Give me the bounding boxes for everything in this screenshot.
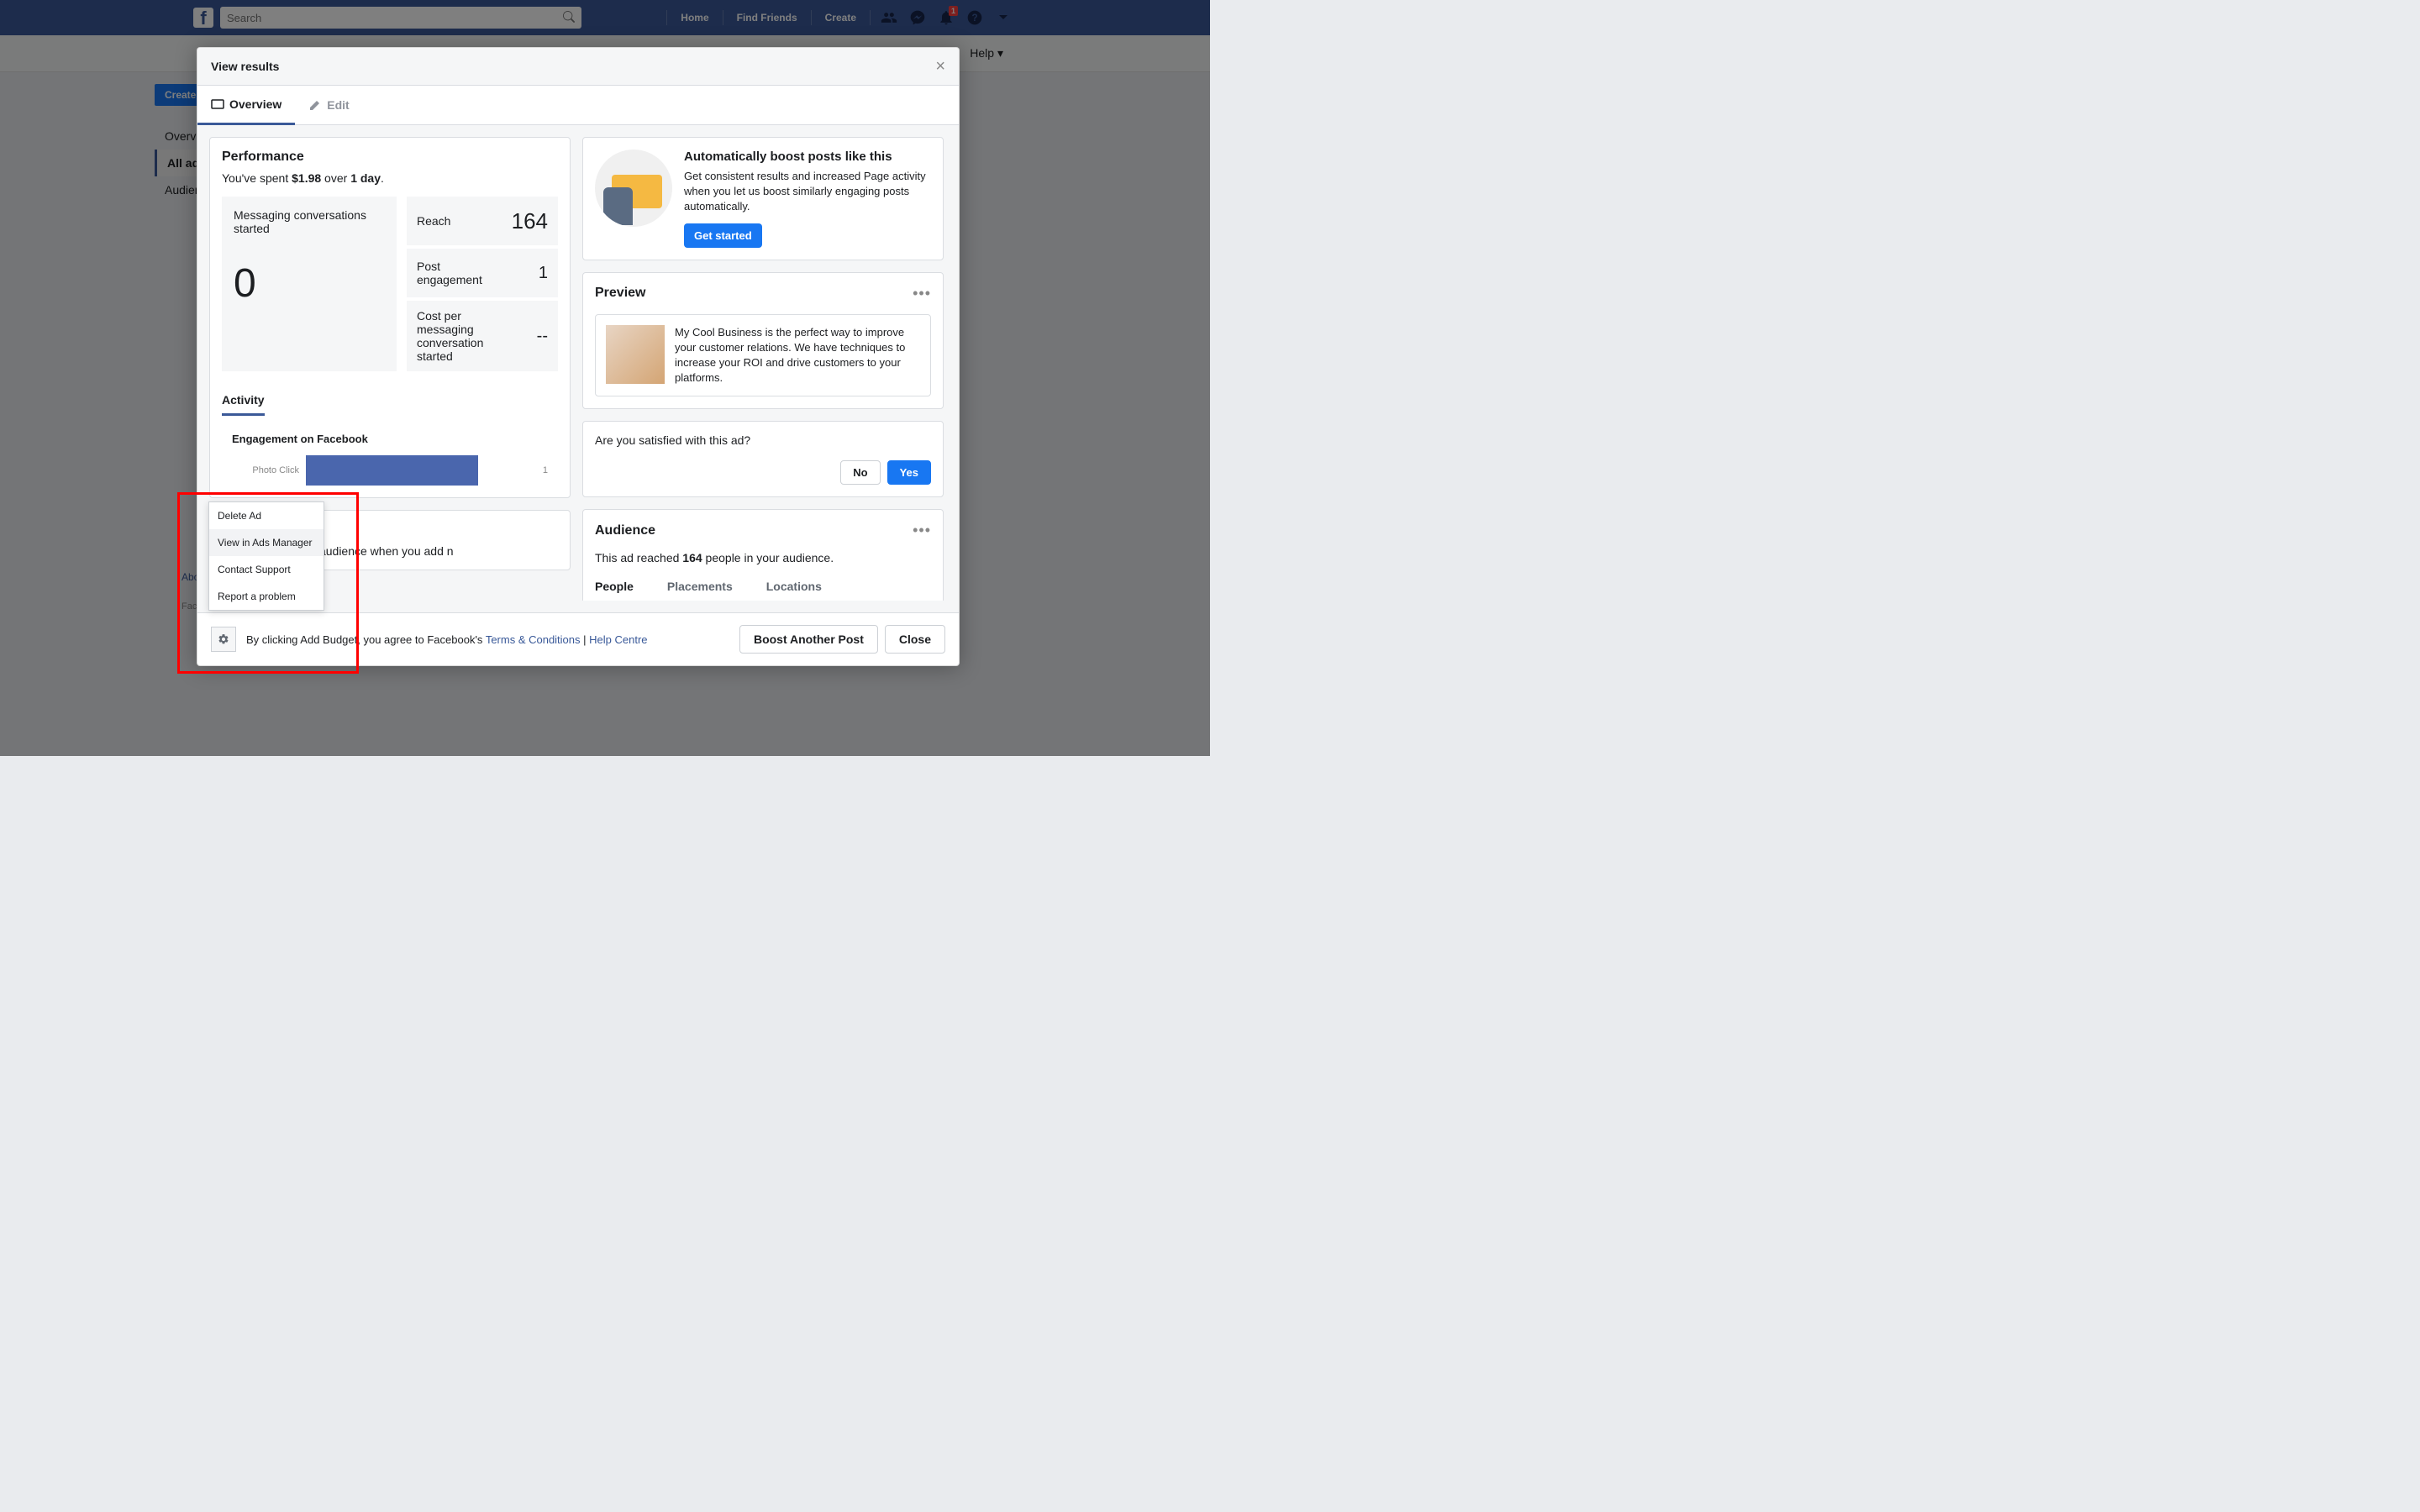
audience-tab-locations[interactable]: Locations — [766, 580, 822, 601]
edit-icon — [308, 98, 322, 112]
metric-engagement: Post engagement 1 — [407, 249, 558, 297]
audience-tab-placements[interactable]: Placements — [667, 580, 733, 601]
modal-header: View results × — [197, 48, 959, 86]
engagement-heading: Engagement on Facebook — [232, 433, 558, 445]
preview-image — [606, 325, 665, 384]
satisfied-yes-button[interactable]: Yes — [887, 460, 931, 485]
metric-conversations: Messaging conversations started 0 — [222, 197, 397, 371]
tab-edit[interactable]: Edit — [295, 86, 362, 124]
menu-contact-support[interactable]: Contact Support — [209, 556, 324, 583]
performance-card: Performance You've spent $1.98 over 1 da… — [209, 137, 571, 498]
audience-heading: Audience — [595, 523, 655, 538]
close-button[interactable]: Close — [885, 625, 945, 654]
gear-icon — [218, 633, 229, 645]
metric-conversations-label: Messaging conversations started — [234, 208, 385, 235]
performance-subtitle: You've spent $1.98 over 1 day. — [222, 171, 558, 185]
menu-report-problem[interactable]: Report a problem — [209, 583, 324, 610]
boost-description: Get consistent results and increased Pag… — [684, 169, 931, 215]
help-centre-link[interactable]: Help Centre — [589, 633, 647, 646]
gear-context-menu: Delete Ad View in Ads Manager Contact Su… — [208, 501, 324, 611]
metric-cost: Cost per messaging conversation started … — [407, 301, 558, 371]
engagement-bar-label: Photo Click — [232, 465, 299, 475]
preview-text: My Cool Business is the perfect way to i… — [675, 325, 920, 386]
preview-card: Preview ••• My Cool Business is the perf… — [582, 272, 944, 410]
tab-overview[interactable]: Overview — [197, 86, 295, 125]
close-icon[interactable]: × — [935, 60, 945, 72]
audience-reach-text: This ad reached 164 people in your audie… — [595, 551, 931, 564]
boost-card: Automatically boost posts like this Get … — [582, 137, 944, 260]
menu-delete-ad[interactable]: Delete Ad — [209, 502, 324, 529]
subtab-activity[interactable]: Activity — [222, 386, 265, 416]
satisfied-question: Are you satisfied with this ad? — [595, 433, 931, 447]
audience-tab-people[interactable]: People — [595, 580, 634, 601]
get-started-button[interactable]: Get started — [684, 223, 762, 248]
audience-more-icon[interactable]: ••• — [913, 522, 931, 539]
performance-heading: Performance — [222, 150, 558, 165]
metric-conversations-value: 0 — [234, 260, 385, 307]
gear-button[interactable] — [211, 627, 236, 652]
footer-terms-text: By clicking Add Budget, you agree to Fac… — [246, 633, 648, 646]
menu-view-ads-manager[interactable]: View in Ads Manager — [209, 529, 324, 556]
tab-edit-label: Edit — [327, 98, 349, 112]
tab-overview-label: Overview — [229, 97, 281, 111]
modal-tabs: Overview Edit — [197, 86, 959, 125]
preview-heading: Preview — [595, 286, 645, 301]
preview-more-icon[interactable]: ••• — [913, 285, 931, 302]
overview-icon — [211, 97, 224, 111]
modal-title: View results — [211, 60, 279, 73]
boost-title: Automatically boost posts like this — [684, 150, 931, 164]
engagement-bar-value: 1 — [543, 465, 548, 475]
satisfied-card: Are you satisfied with this ad? No Yes — [582, 421, 944, 497]
boost-another-button[interactable]: Boost Another Post — [739, 625, 878, 654]
preview-content: My Cool Business is the perfect way to i… — [595, 314, 931, 397]
audience-card: Audience ••• This ad reached 164 people … — [582, 509, 944, 601]
metric-reach: Reach 164 — [407, 197, 558, 245]
engagement-bar-fill — [306, 455, 478, 486]
boost-illustration — [595, 150, 672, 227]
satisfied-no-button[interactable]: No — [840, 460, 880, 485]
terms-link[interactable]: Terms & Conditions — [486, 633, 581, 646]
engagement-bar-row: Photo Click 1 — [222, 455, 558, 486]
modal-footer: By clicking Add Budget, you agree to Fac… — [197, 612, 959, 665]
